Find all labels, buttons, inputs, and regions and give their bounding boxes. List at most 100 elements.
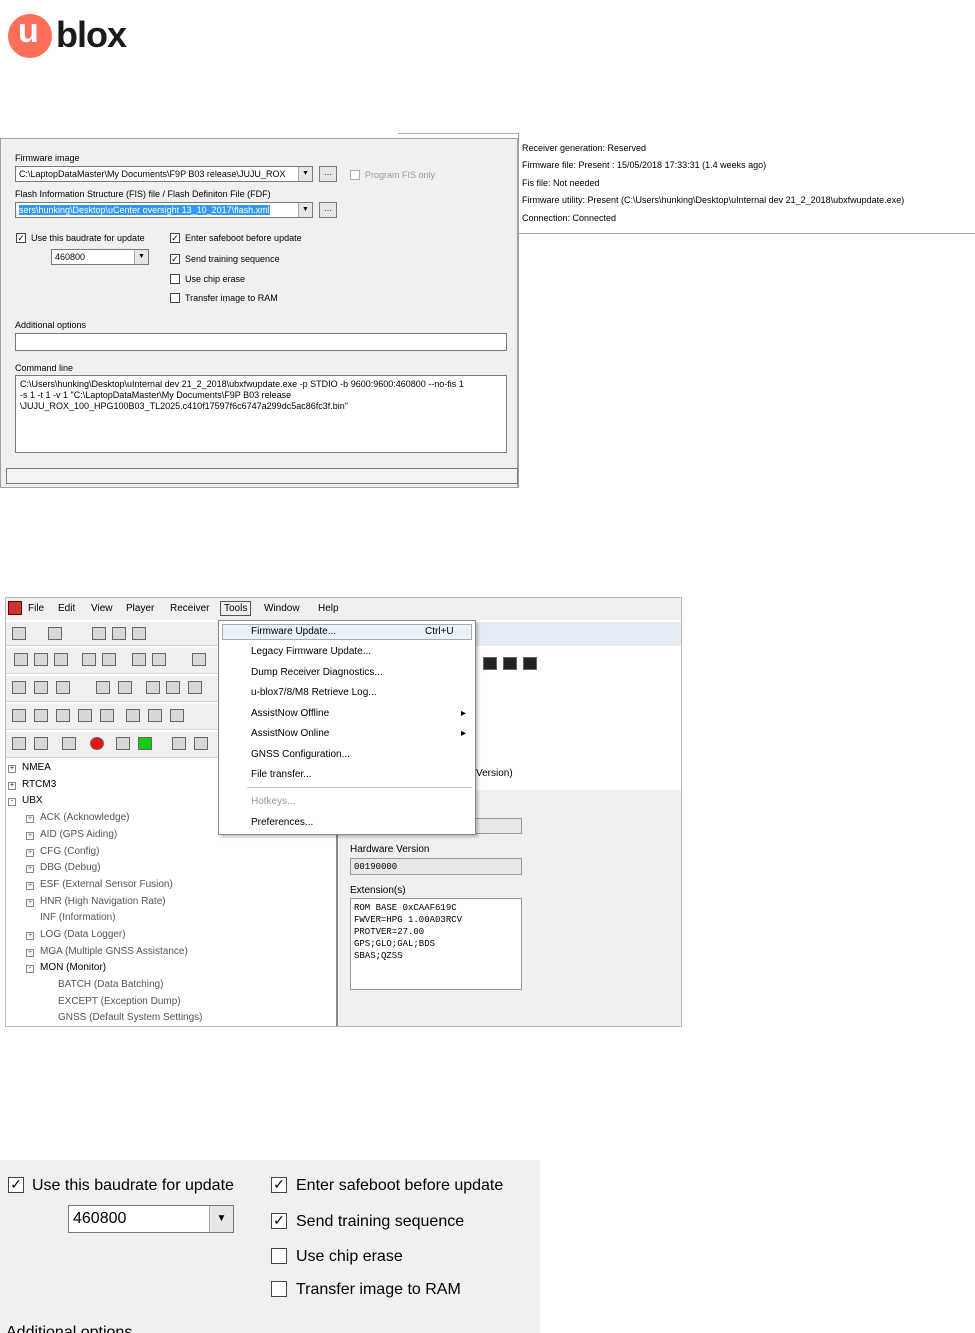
baudrate-select[interactable]: 460800 ▼	[51, 249, 149, 265]
paste-icon[interactable]	[188, 681, 202, 694]
eject-icon[interactable]	[12, 737, 26, 750]
message-icon[interactable]	[56, 709, 70, 722]
menu-item-retrieve-log[interactable]: u-blox7/8/M8 Retrieve Log...	[251, 687, 377, 698]
message-icon[interactable]	[12, 709, 26, 722]
step-icon[interactable]	[116, 737, 130, 750]
save-icon[interactable]	[34, 681, 48, 694]
pause-icon[interactable]	[62, 737, 76, 750]
logo-letter: u	[18, 12, 39, 50]
copy-icon[interactable]	[166, 681, 180, 694]
print-icon[interactable]	[96, 681, 110, 694]
menu-file[interactable]: File	[28, 603, 44, 614]
firmware-image-select[interactable]: C:\LaptopDataMaster\My Documents\F9P B03…	[15, 166, 313, 182]
enter-safeboot-label: Enter safeboot before update	[296, 1177, 504, 1194]
record-icon[interactable]	[90, 737, 104, 750]
chevron-down-icon[interactable]: ▼	[298, 203, 312, 217]
debug-icon[interactable]	[112, 627, 126, 640]
browse-firmware-button[interactable]: …	[319, 166, 337, 182]
menu-window[interactable]: Window	[264, 603, 300, 614]
play-icon[interactable]	[138, 737, 152, 750]
program-fis-only-checkbox[interactable]	[350, 170, 360, 180]
use-chip-erase-checkbox[interactable]	[271, 1248, 287, 1264]
view-icon[interactable]	[34, 653, 48, 666]
transfer-ram-checkbox[interactable]	[170, 293, 180, 303]
command-line-text[interactable]: C:\Users\hunking\Desktop\uInternal dev 2…	[15, 375, 507, 453]
connection-icon[interactable]	[12, 627, 26, 640]
chevron-down-icon[interactable]: ▼	[209, 1206, 233, 1232]
use-baudrate-label: Use this baudrate for update	[32, 1177, 234, 1194]
transfer-ram-label: Transfer image to RAM	[296, 1281, 461, 1298]
message-icon[interactable]	[126, 709, 140, 722]
fast-forward-icon[interactable]	[172, 737, 186, 750]
view-icon[interactable]	[102, 653, 116, 666]
stop-icon[interactable]	[34, 737, 48, 750]
chevron-down-icon[interactable]: ▼	[298, 167, 312, 181]
menu-item-file-transfer[interactable]: File transfer...	[251, 769, 312, 780]
send-training-checkbox[interactable]: ✓	[271, 1213, 287, 1229]
menu-item-assistnow-offline[interactable]: AssistNow Offline	[251, 708, 329, 719]
status-firmware-utility: Firmware utility: Present (C:\Users\hunk…	[522, 195, 905, 205]
player-toolbar	[6, 732, 218, 758]
menu-item-dump-diagnostics[interactable]: Dump Receiver Diagnostics...	[251, 667, 383, 678]
view-icon[interactable]	[14, 653, 28, 666]
menu-item-assistnow-online[interactable]: AssistNow Online	[251, 728, 329, 739]
view-icon[interactable]	[503, 657, 517, 670]
menu-item-firmware-update[interactable]: Firmware Update...	[251, 626, 336, 637]
send-training-checkbox[interactable]: ✓	[170, 254, 180, 264]
view-icon[interactable]	[523, 657, 537, 670]
menu-item-preferences[interactable]: Preferences...	[251, 817, 313, 828]
firmware-image-label: Firmware image	[15, 153, 80, 163]
enter-safeboot-checkbox[interactable]: ✓	[271, 1177, 287, 1193]
view-icon[interactable]	[132, 653, 146, 666]
rewind-icon[interactable]	[194, 737, 208, 750]
view-icon[interactable]	[54, 653, 68, 666]
menu-tools[interactable]: Tools	[220, 601, 252, 616]
baudrate-icon[interactable]	[48, 627, 62, 640]
browse-fis-button[interactable]: …	[319, 202, 337, 218]
use-chip-erase-checkbox[interactable]	[170, 274, 180, 284]
menu-view[interactable]: View	[91, 603, 113, 614]
ublox-logo: u blox	[8, 10, 158, 60]
view-icon[interactable]	[82, 653, 96, 666]
menu-item-legacy-firmware-update[interactable]: Legacy Firmware Update...	[251, 646, 371, 657]
view-icon[interactable]	[483, 657, 497, 670]
toolbar-row-4	[6, 704, 218, 730]
open-icon[interactable]	[56, 681, 70, 694]
logo-text: blox	[56, 14, 127, 55]
enter-safeboot-checkbox[interactable]: ✓	[170, 233, 180, 243]
menu-item-gnss-configuration[interactable]: GNSS Configuration...	[251, 749, 350, 760]
version-tab-label: Version)	[476, 768, 513, 779]
additional-options-input[interactable]	[15, 333, 507, 351]
use-baudrate-checkbox[interactable]: ✓	[16, 233, 26, 243]
message-icon[interactable]	[78, 709, 92, 722]
menu-item-hotkeys: Hotkeys...	[251, 796, 296, 807]
submenu-arrow-icon: ▸	[461, 708, 467, 719]
cut-icon[interactable]	[146, 681, 160, 694]
menu-edit[interactable]: Edit	[58, 603, 75, 614]
chevron-down-icon[interactable]: ▼	[134, 250, 148, 264]
download-icon[interactable]	[132, 627, 146, 640]
view-icon[interactable]	[152, 653, 166, 666]
message-icon[interactable]	[100, 709, 114, 722]
message-icon[interactable]	[170, 709, 184, 722]
transfer-ram-checkbox[interactable]	[271, 1281, 287, 1297]
view-icon[interactable]	[192, 653, 206, 666]
additional-options-label: Additional options	[15, 320, 87, 330]
autobaud-icon[interactable]	[92, 627, 106, 640]
menu-receiver[interactable]: Receiver	[170, 603, 209, 614]
message-icon[interactable]	[34, 709, 48, 722]
baudrate-select[interactable]: 460800 ▼	[68, 1205, 234, 1233]
message-icon[interactable]	[148, 709, 162, 722]
new-icon[interactable]	[12, 681, 26, 694]
menu-player[interactable]: Player	[126, 603, 154, 614]
status-fis-file: Fis file: Not needed	[522, 178, 600, 188]
use-baudrate-checkbox[interactable]: ✓	[8, 1177, 24, 1193]
status-firmware-file: Firmware file: Present : 15/05/2018 17:3…	[522, 160, 767, 170]
toolbar-row-1	[6, 622, 218, 646]
firmware-update-shortcut: Ctrl+U	[425, 626, 454, 637]
send-training-label: Send training sequence	[296, 1213, 465, 1230]
preview-icon[interactable]	[118, 681, 132, 694]
fis-file-select[interactable]: sers\hunking\Desktop\uCenter oversight 1…	[15, 202, 313, 218]
app-icon	[8, 601, 22, 615]
menu-help[interactable]: Help	[318, 603, 339, 614]
